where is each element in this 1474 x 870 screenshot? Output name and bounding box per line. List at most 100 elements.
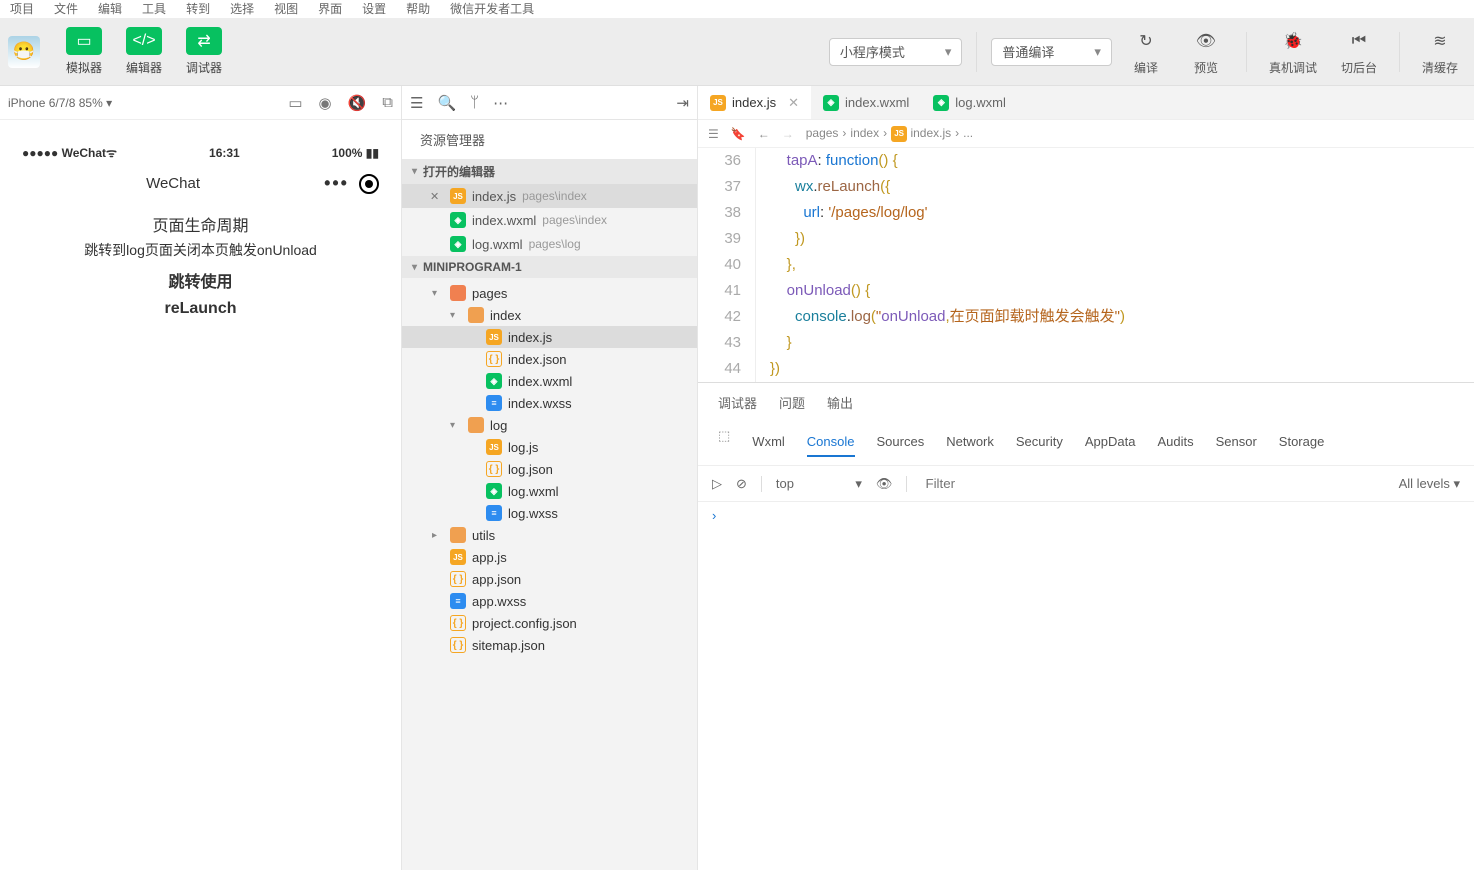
- menu-dots-icon[interactable]: •••: [324, 173, 349, 194]
- editor-tab[interactable]: index.js✕: [698, 86, 811, 119]
- console-prompt[interactable]: ›: [698, 502, 1474, 529]
- top-menu: 项目 文件 编辑 工具 转到 选择 视图 界面 设置 帮助 微信开发者工具: [0, 0, 1474, 18]
- device-icon[interactable]: ▭: [288, 94, 302, 112]
- inspect-icon[interactable]: ⬚: [718, 428, 730, 457]
- devtools-tab[interactable]: Wxml: [752, 428, 785, 457]
- devtools-tab[interactable]: Storage: [1279, 428, 1325, 457]
- panel-tab[interactable]: 问题: [779, 393, 805, 420]
- levels-select[interactable]: All levels ▾: [1399, 476, 1460, 492]
- tree-item[interactable]: sitemap.json: [402, 634, 697, 656]
- bookmark-icon[interactable]: 🔖: [731, 127, 746, 141]
- breadcrumb-item[interactable]: index.js: [891, 126, 951, 140]
- filter-input[interactable]: [921, 472, 1384, 495]
- menu-item[interactable]: 设置: [362, 0, 386, 18]
- devtools-tab[interactable]: AppData: [1085, 428, 1136, 457]
- real-device-button[interactable]: 🐞真机调试: [1261, 27, 1325, 76]
- menu-item[interactable]: 转到: [186, 0, 210, 18]
- list-icon[interactable]: ☰: [410, 94, 423, 112]
- close-miniprogram-icon[interactable]: [359, 174, 379, 194]
- tree-item[interactable]: pages: [402, 282, 697, 304]
- simulator-button[interactable]: ▭模拟器: [58, 27, 110, 76]
- outline-icon[interactable]: ☰: [708, 127, 719, 141]
- editor-tab[interactable]: log.wxml: [921, 86, 1018, 119]
- code-editor[interactable]: 363738394041424344 tapA: function() { wx…: [698, 148, 1474, 382]
- collapse-icon[interactable]: ⇥: [676, 94, 689, 112]
- tree-item[interactable]: utils: [402, 524, 697, 546]
- detach-icon[interactable]: ⧉: [382, 94, 393, 112]
- open-file[interactable]: index.wxml pages\index: [402, 208, 697, 232]
- devtools-tab[interactable]: Security: [1016, 428, 1063, 457]
- compile-mode-select[interactable]: 普通编译: [991, 38, 1112, 66]
- breadcrumb-item[interactable]: pages: [806, 126, 839, 140]
- menu-item[interactable]: 选择: [230, 0, 254, 18]
- clear-cache-button[interactable]: ≋清缓存: [1414, 27, 1466, 76]
- menu-item[interactable]: 文件: [54, 0, 78, 18]
- record-icon[interactable]: ◉: [319, 94, 332, 112]
- eye-icon[interactable]: 👁: [876, 476, 893, 492]
- devtools-tab[interactable]: Audits: [1157, 428, 1193, 457]
- tree-item[interactable]: log.js: [402, 436, 697, 458]
- play-icon[interactable]: ▷: [712, 476, 722, 492]
- search-icon[interactable]: 🔍: [437, 94, 456, 112]
- mute-icon[interactable]: 🔇: [348, 94, 367, 112]
- editor-button[interactable]: </>编辑器: [118, 27, 170, 76]
- clear-icon[interactable]: ⊘: [736, 476, 747, 492]
- open-file[interactable]: log.wxml pages\log: [402, 232, 697, 256]
- background-button[interactable]: ⏮切后台: [1333, 27, 1385, 76]
- preview-button[interactable]: 👁预览: [1180, 27, 1232, 76]
- tree-item[interactable]: index.json: [402, 348, 697, 370]
- branch-icon[interactable]: ᛘ: [470, 94, 479, 112]
- devtools-tab[interactable]: Console: [807, 428, 855, 457]
- tree-item[interactable]: app.js: [402, 546, 697, 568]
- tree-item[interactable]: app.json: [402, 568, 697, 590]
- tree-item[interactable]: log.wxml: [402, 480, 697, 502]
- open-editors-header[interactable]: 打开的编辑器: [402, 159, 697, 184]
- breadcrumb-item[interactable]: index: [850, 126, 879, 140]
- menu-item[interactable]: 视图: [274, 0, 298, 18]
- more-icon[interactable]: ⋯: [493, 94, 508, 112]
- editor-tabs: index.js✕index.wxmllog.wxml: [698, 86, 1474, 120]
- context-select[interactable]: top ▾: [776, 476, 862, 492]
- debugger-button[interactable]: ⇄调试器: [178, 27, 230, 76]
- tree-item[interactable]: index.wxml: [402, 370, 697, 392]
- device-select[interactable]: iPhone 6/7/8 85% ▾: [8, 96, 112, 110]
- panel-tab[interactable]: 输出: [827, 393, 853, 420]
- wechat-nav-bar: WeChat •••: [10, 165, 391, 202]
- explorer-title: 资源管理器: [402, 120, 697, 159]
- project-header[interactable]: MINIPROGRAM-1: [402, 256, 697, 278]
- menu-item[interactable]: 工具: [142, 0, 166, 18]
- open-file[interactable]: ✕index.js pages\index: [402, 184, 697, 208]
- bottom-panel: 调试器问题输出 ⬚ Wxml Console Sources Network Secur…: [698, 382, 1474, 777]
- avatar[interactable]: [8, 36, 40, 68]
- tree-item[interactable]: log.json: [402, 458, 697, 480]
- jump-button[interactable]: 跳转使用: [20, 268, 381, 292]
- editor-tab[interactable]: index.wxml: [811, 86, 921, 119]
- tree-item[interactable]: log.wxss: [402, 502, 697, 524]
- simulator-page: 页面生命周期 跳转到log页面关闭本页触发onUnload 跳转使用 reLau…: [10, 202, 391, 328]
- tree-item[interactable]: index: [402, 304, 697, 326]
- simulator-panel: iPhone 6/7/8 85% ▾ ▭ ◉ 🔇 ⧉ ●●●●● WeChatᯤ…: [0, 86, 402, 870]
- menu-item[interactable]: 项目: [10, 0, 34, 18]
- tree-item[interactable]: index.wxss: [402, 392, 697, 414]
- explorer-panel: ☰ 🔍 ᛘ ⋯ ⇥ 资源管理器 打开的编辑器 ✕index.js pages\i…: [402, 86, 698, 870]
- tree-item[interactable]: app.wxss: [402, 590, 697, 612]
- tree-item[interactable]: log: [402, 414, 697, 436]
- panel-tab[interactable]: 调试器: [718, 393, 757, 420]
- tree-item[interactable]: project.config.json: [402, 612, 697, 634]
- nav-back-icon[interactable]: ←: [758, 127, 770, 141]
- mode-select[interactable]: 小程序模式: [829, 38, 963, 66]
- relaunch-button[interactable]: reLaunch: [20, 300, 381, 318]
- devtools-tab[interactable]: Network: [946, 428, 994, 457]
- devtools-tab[interactable]: Sources: [877, 428, 925, 457]
- menu-item[interactable]: 帮助: [406, 0, 430, 18]
- phone-status-bar: ●●●●● WeChatᯤ 16:31 100% ▮▮: [10, 140, 391, 165]
- menu-item[interactable]: 界面: [318, 0, 342, 18]
- breadcrumb-item[interactable]: ...: [963, 126, 973, 140]
- menu-item[interactable]: 编辑: [98, 0, 122, 18]
- compile-button[interactable]: ↻编译: [1120, 27, 1172, 76]
- menu-item[interactable]: 微信开发者工具: [450, 0, 534, 18]
- nav-fwd-icon[interactable]: →: [782, 127, 794, 141]
- breadcrumb: ☰ 🔖 ← → pages index index.js...: [698, 120, 1474, 148]
- tree-item[interactable]: index.js: [402, 326, 697, 348]
- devtools-tab[interactable]: Sensor: [1216, 428, 1257, 457]
